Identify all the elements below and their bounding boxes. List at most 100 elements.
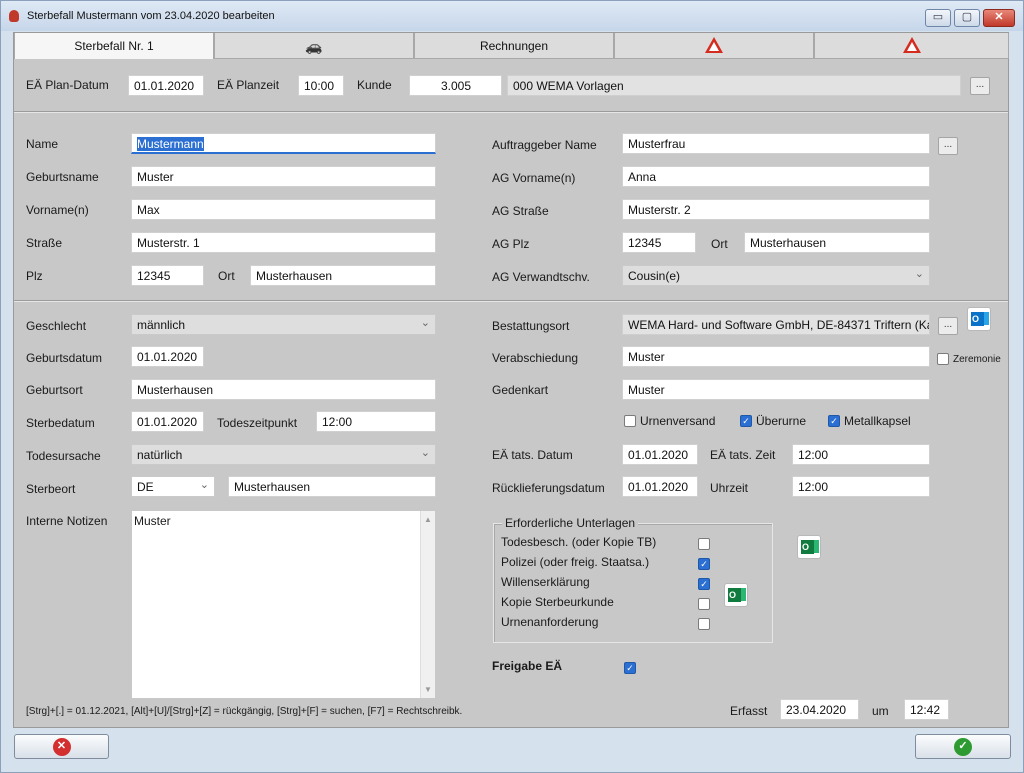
tab-warning-1[interactable] xyxy=(614,33,814,59)
plan-time-field[interactable]: 10:00 xyxy=(298,75,344,96)
tab-label: Rechnungen xyxy=(479,39,549,53)
outlook-icon[interactable]: O xyxy=(724,583,748,607)
return-time-field[interactable]: 12:00 xyxy=(792,476,930,497)
release-checkbox[interactable]: ✓ xyxy=(624,662,636,674)
outlook-icon[interactable]: O xyxy=(797,535,821,559)
notes-textarea[interactable]: Muster ▲ ▼ xyxy=(131,510,436,699)
birthplace-label: Geburtsort xyxy=(26,383,83,397)
captured-date-field[interactable]: 23.04.2020 xyxy=(780,699,859,720)
card-field[interactable]: Muster xyxy=(622,379,930,400)
birthname-label: Geburtsname xyxy=(26,170,99,184)
doc-checkbox[interactable]: ✓ xyxy=(698,558,710,570)
client-firstname-label: AG Vorname(n) xyxy=(492,171,576,185)
firstname-label: Vorname(n) xyxy=(26,203,89,217)
doc-label: Polizei (oder freig. Staatsa.) xyxy=(501,555,650,569)
at-label: um xyxy=(872,704,889,718)
client-street-label: AG Straße xyxy=(492,204,549,218)
plan-date-field[interactable]: 01.01.2020 xyxy=(128,75,204,96)
doc-label: Kopie Sterbeurkunde xyxy=(501,595,614,609)
doc-label: Urnenanforderung xyxy=(501,615,599,629)
tab-sterbefall[interactable]: Sterbefall Nr. 1 xyxy=(14,33,214,59)
gender-select[interactable]: männlich ⌄ xyxy=(131,314,436,335)
country-select[interactable]: DE ⌄ xyxy=(131,476,215,497)
farewell-field[interactable]: Muster xyxy=(622,346,930,367)
birthplace-field[interactable]: Musterhausen xyxy=(131,379,436,400)
name-value: Mustermann xyxy=(137,137,204,151)
client-relation-select[interactable]: Cousin(e) ⌄ xyxy=(622,265,930,286)
deathdate-label: Sterbedatum xyxy=(26,416,95,430)
funeral-place-lookup-button[interactable]: ... xyxy=(938,317,958,335)
street-label: Straße xyxy=(26,236,63,250)
actual-time-field[interactable]: 12:00 xyxy=(792,444,930,465)
outlook-icon[interactable]: O xyxy=(967,307,991,331)
tab-vehicle[interactable]: 🚗 xyxy=(214,33,414,59)
urn-shipping-label: Urnenversand xyxy=(640,414,716,428)
zip-field[interactable]: 12345 xyxy=(131,265,204,286)
ceremony-label: Zeremonie xyxy=(953,354,1001,365)
client-city-field[interactable]: Musterhausen xyxy=(744,232,930,253)
cancel-icon: ✕ xyxy=(52,738,71,756)
doc-checkbox[interactable] xyxy=(698,598,710,610)
deathplace-field[interactable]: Musterhausen xyxy=(228,476,436,497)
birthdate-field[interactable]: 01.01.2020 xyxy=(131,346,204,367)
birthdate-label: Geburtsdatum xyxy=(26,351,103,365)
documents-caption: Erforderliche Unterlagen xyxy=(502,516,639,530)
return-date-field[interactable]: 01.01.2020 xyxy=(622,476,698,497)
name-field[interactable]: Mustermann xyxy=(131,133,436,154)
doc-checkbox[interactable] xyxy=(698,618,710,630)
ok-button[interactable]: ✓ xyxy=(915,734,1011,759)
overurn-checkbox[interactable]: ✓ xyxy=(740,415,752,427)
return-time-label: Uhrzeit xyxy=(710,481,749,495)
tab-label: Sterbefall Nr. 1 xyxy=(74,39,154,53)
birthname-field[interactable]: Muster xyxy=(131,166,436,187)
cause-value: natürlich xyxy=(137,448,183,462)
captured-label: Erfasst xyxy=(730,704,768,718)
cancel-button[interactable]: ✕ xyxy=(14,734,109,759)
actual-date-field[interactable]: 01.01.2020 xyxy=(622,444,698,465)
funeral-place-field: WEMA Hard- und Software GmbH, DE-84371 T… xyxy=(622,314,930,335)
actual-date-label: EÄ tats. Datum xyxy=(492,448,573,462)
client-relation-label: AG Verwandtschv. xyxy=(492,270,590,284)
name-label: Name xyxy=(26,137,59,151)
scroll-up-icon[interactable]: ▲ xyxy=(424,515,432,524)
cause-select[interactable]: natürlich ⌄ xyxy=(131,444,436,465)
minimize-button[interactable]: ▭ xyxy=(925,9,951,27)
doc-label: Willenserklärung xyxy=(501,575,590,589)
street-field[interactable]: Musterstr. 1 xyxy=(131,232,436,253)
customer-lookup-button[interactable]: ... xyxy=(970,77,990,95)
ceremony-checkbox[interactable] xyxy=(937,353,949,365)
client-firstname-field[interactable]: Anna xyxy=(622,166,930,187)
scroll-down-icon[interactable]: ▼ xyxy=(424,685,432,694)
notes-scrollbar[interactable]: ▲ ▼ xyxy=(420,511,435,698)
urn-shipping-checkbox[interactable] xyxy=(624,415,636,427)
deathtime-field[interactable]: 12:00 xyxy=(316,411,436,432)
client-lookup-button[interactable]: ... xyxy=(938,137,958,155)
client-name-field[interactable]: Musterfrau xyxy=(622,133,930,154)
plan-date-label: EÄ Plan-Datum xyxy=(26,78,109,92)
customer-name-field: 000 WEMA Vorlagen xyxy=(507,75,961,96)
client-zip-field[interactable]: 12345 xyxy=(622,232,696,253)
warning-icon xyxy=(902,37,921,53)
client-street-field[interactable]: Musterstr. 2 xyxy=(622,199,930,220)
customer-number-field[interactable]: 3.005 xyxy=(409,75,502,96)
return-date-label: Rücklieferungsdatum xyxy=(492,481,605,495)
city-field[interactable]: Musterhausen xyxy=(250,265,436,286)
deathdate-field[interactable]: 01.01.2020 xyxy=(131,411,204,432)
doc-checkbox[interactable] xyxy=(698,538,710,550)
tab-rechnungen[interactable]: Rechnungen xyxy=(414,33,614,59)
app-icon xyxy=(9,10,19,22)
chevron-down-icon: ⌄ xyxy=(420,447,430,459)
tab-warning-2[interactable] xyxy=(814,33,1009,59)
doc-checkbox[interactable]: ✓ xyxy=(698,578,710,590)
release-label: Freigabe EÄ xyxy=(492,659,563,673)
firstname-field[interactable]: Max xyxy=(131,199,436,220)
close-window-button[interactable]: ✕ xyxy=(983,9,1015,27)
funeral-place-label: Bestattungsort xyxy=(492,319,570,333)
chevron-down-icon: ⌄ xyxy=(199,479,209,491)
maximize-button[interactable]: ▢ xyxy=(954,9,980,27)
captured-time-field[interactable]: 12:42 xyxy=(904,699,949,720)
car-icon: 🚗 xyxy=(305,38,323,54)
zip-label: Plz xyxy=(26,269,43,283)
gender-label: Geschlecht xyxy=(26,319,87,333)
metal-capsule-checkbox[interactable]: ✓ xyxy=(828,415,840,427)
